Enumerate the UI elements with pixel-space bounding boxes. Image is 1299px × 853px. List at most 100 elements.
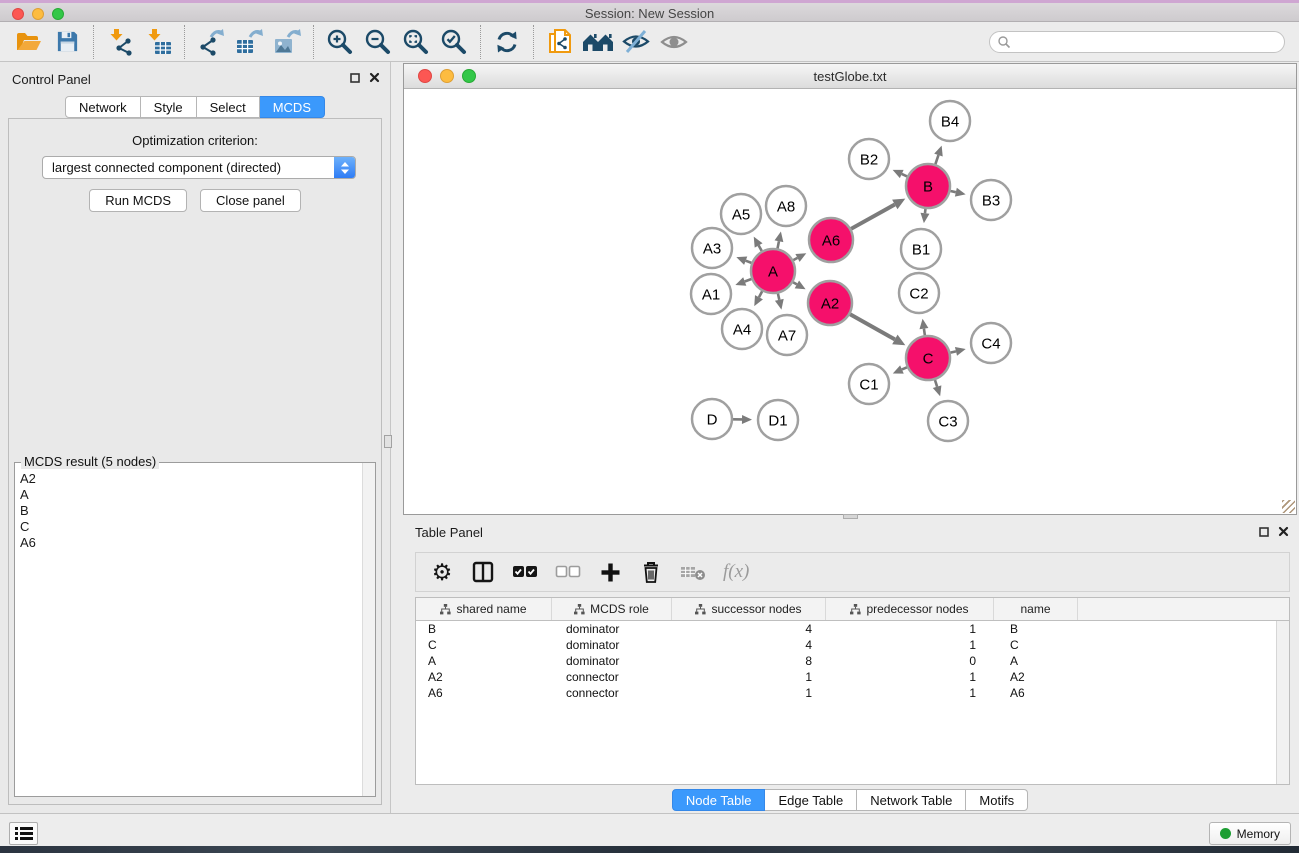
graph-edge-C-C3[interactable] xyxy=(935,380,937,387)
import-table-button[interactable] xyxy=(139,25,177,59)
close-table-panel-icon[interactable] xyxy=(1278,526,1289,537)
graph-edge-A-A4[interactable] xyxy=(759,291,762,297)
horizontal-split-handle[interactable] xyxy=(843,514,858,519)
graph-edge-C-C2[interactable] xyxy=(924,329,925,336)
close-panel-icon[interactable] xyxy=(369,72,380,83)
first-neighbors-button[interactable] xyxy=(579,25,617,59)
table-body: Bdominator41BCdominator41CAdominator80AA… xyxy=(416,621,1275,784)
column-header-name[interactable]: name xyxy=(994,598,1078,620)
hide-selected-button[interactable] xyxy=(617,25,655,59)
table-row[interactable]: Cdominator41C xyxy=(416,637,1275,653)
graph-edge-A6-B[interactable] xyxy=(851,204,895,228)
network-window-titlebar[interactable]: testGlobe.txt xyxy=(404,64,1296,89)
table-row[interactable]: A6connector11A6 xyxy=(416,685,1275,701)
delete-column-button[interactable] xyxy=(639,558,663,586)
table-row[interactable]: A2connector11A2 xyxy=(416,669,1275,685)
graph-edge-A-A3[interactable] xyxy=(746,261,752,263)
graph-edge-A-A6[interactable] xyxy=(793,258,797,260)
table-cell: A xyxy=(994,653,1078,669)
graph-node-label: B4 xyxy=(941,113,959,130)
zoom-selected-button[interactable] xyxy=(435,25,473,59)
graph-edge-A-A8[interactable] xyxy=(778,241,779,248)
toolbar-separator xyxy=(93,25,94,59)
add-column-button[interactable] xyxy=(598,558,622,586)
open-session-button[interactable] xyxy=(10,25,48,59)
apply-layout-button[interactable] xyxy=(488,25,526,59)
mcds-result-item[interactable]: A6 xyxy=(20,535,361,551)
zoom-in-icon xyxy=(325,27,355,57)
graph-edge-B-B3[interactable] xyxy=(950,191,955,192)
zoom-in-button[interactable] xyxy=(321,25,359,59)
export-image-icon xyxy=(273,28,301,56)
criterion-select[interactable]: largest connected component (directed) xyxy=(42,156,356,179)
show-all-button[interactable] xyxy=(655,25,693,59)
column-header-MCDS-role[interactable]: MCDS role xyxy=(552,598,672,620)
tab-motifs[interactable]: Motifs xyxy=(966,789,1028,811)
tab-edge-table[interactable]: Edge Table xyxy=(765,789,857,811)
status-bar: Memory xyxy=(0,813,1299,846)
show-log-button[interactable] xyxy=(9,822,38,845)
column-header-shared-name[interactable]: shared name xyxy=(416,598,552,620)
deselect-all-rows-button[interactable] xyxy=(555,558,581,586)
tab-style[interactable]: Style xyxy=(141,96,197,118)
function-builder-button[interactable]: f(x) xyxy=(723,558,749,586)
delete-table-button[interactable] xyxy=(680,558,706,586)
zoom-fit-button[interactable] xyxy=(397,25,435,59)
mcds-result-item[interactable]: A xyxy=(20,487,361,503)
graph-edge-A-A5[interactable] xyxy=(759,245,762,251)
new-network-from-selection-button[interactable] xyxy=(541,25,579,59)
tab-node-table[interactable]: Node Table xyxy=(672,789,766,811)
arrowhead-icon xyxy=(775,299,784,310)
column-header-predecessor-nodes[interactable]: predecessor nodes xyxy=(826,598,994,620)
result-scrollbar[interactable] xyxy=(362,463,375,796)
table-cell: 1 xyxy=(826,685,994,701)
graph-edge-A2-C[interactable] xyxy=(850,314,895,339)
graph-edge-B-B4[interactable] xyxy=(935,155,938,164)
graph-edge-B-B2[interactable] xyxy=(902,174,907,176)
graph-edge-A-A2[interactable] xyxy=(793,282,797,284)
resize-grip-icon[interactable] xyxy=(1282,500,1295,513)
graph-edge-C-C4[interactable] xyxy=(950,351,956,352)
export-table-button[interactable] xyxy=(230,25,268,59)
table-row[interactable]: Bdominator41B xyxy=(416,621,1275,637)
columns-icon xyxy=(471,560,495,584)
export-image-button[interactable] xyxy=(268,25,306,59)
memory-button[interactable]: Memory xyxy=(1209,822,1291,845)
graph-edge-C-C1[interactable] xyxy=(902,367,907,369)
table-cell: B xyxy=(994,621,1078,637)
graph-node-label: D xyxy=(707,411,718,428)
save-session-button[interactable] xyxy=(48,25,86,59)
tab-select[interactable]: Select xyxy=(197,96,260,118)
float-table-panel-icon[interactable] xyxy=(1259,527,1269,537)
run-mcds-button[interactable]: Run MCDS xyxy=(89,189,187,212)
search-input[interactable] xyxy=(1015,33,1284,51)
mcds-result-item[interactable]: A2 xyxy=(20,471,361,487)
mcds-result-list: A2ABCA6 xyxy=(15,463,361,796)
mcds-result-item[interactable]: C xyxy=(20,519,361,535)
float-panel-icon[interactable] xyxy=(350,73,360,83)
graph-node-label: A6 xyxy=(822,232,840,249)
tab-mcds[interactable]: MCDS xyxy=(260,96,325,118)
table-row[interactable]: Adominator80A xyxy=(416,653,1275,669)
network-canvas[interactable]: B4B2BB3A8A5A6A3B1AA1C2A2A4A7C4CC1DD1C3 xyxy=(404,90,1296,514)
checked-boxes-icon xyxy=(512,564,538,580)
graph-edge-A-A7[interactable] xyxy=(778,293,779,299)
close-panel-button[interactable]: Close panel xyxy=(200,189,301,212)
list-icon xyxy=(15,826,33,841)
tab-network[interactable]: Network xyxy=(65,96,141,118)
fx-icon: f(x) xyxy=(723,561,749,583)
table-scrollbar[interactable] xyxy=(1276,621,1289,784)
import-network-button[interactable] xyxy=(101,25,139,59)
column-header-successor-nodes[interactable]: successor nodes xyxy=(672,598,826,620)
table-cell: 4 xyxy=(672,621,826,637)
tab-network-table[interactable]: Network Table xyxy=(857,789,966,811)
mcds-result-item[interactable]: B xyxy=(20,503,361,519)
graph-node-label: C xyxy=(923,350,934,367)
select-all-rows-button[interactable] xyxy=(512,558,538,586)
vertical-split-handle[interactable] xyxy=(384,435,392,448)
export-network-button[interactable] xyxy=(192,25,230,59)
table-settings-button[interactable]: ⚙ xyxy=(430,558,454,586)
show-column-panel-button[interactable] xyxy=(471,558,495,586)
zoom-out-button[interactable] xyxy=(359,25,397,59)
graph-edge-A-A1[interactable] xyxy=(745,279,752,281)
